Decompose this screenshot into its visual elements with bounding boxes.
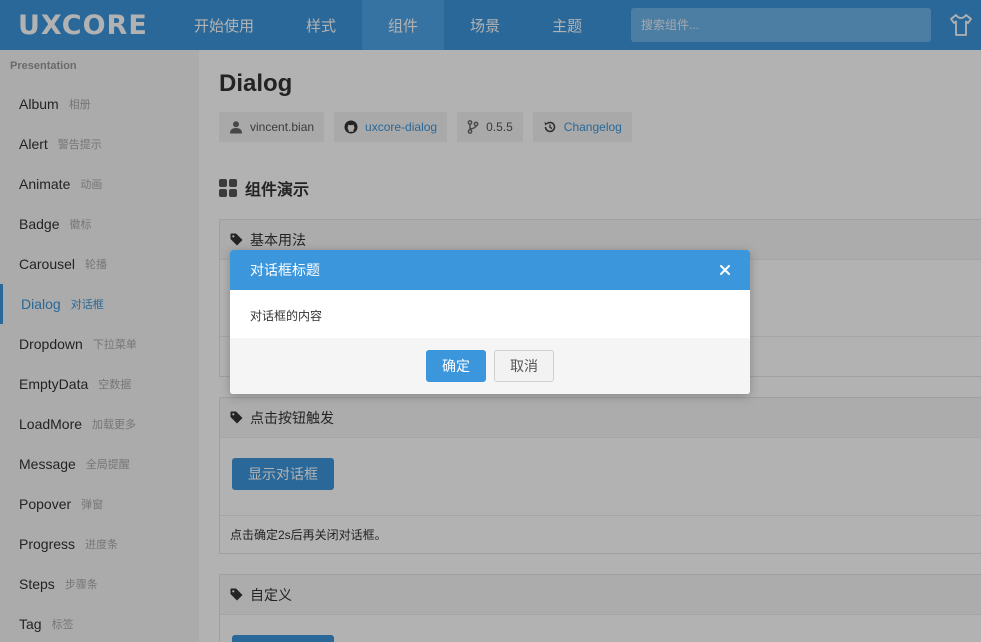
cancel-button[interactable]: 取消 [494,350,554,382]
dialog: 对话框标题 对话框的内容 确定 取消 [230,250,750,394]
close-icon[interactable] [716,261,734,279]
dialog-title: 对话框标题 [250,262,320,278]
dialog-header: 对话框标题 [230,250,750,290]
ok-button[interactable]: 确定 [426,350,486,382]
dialog-footer: 确定 取消 [230,338,750,394]
dialog-body: 对话框的内容 [250,309,323,323]
